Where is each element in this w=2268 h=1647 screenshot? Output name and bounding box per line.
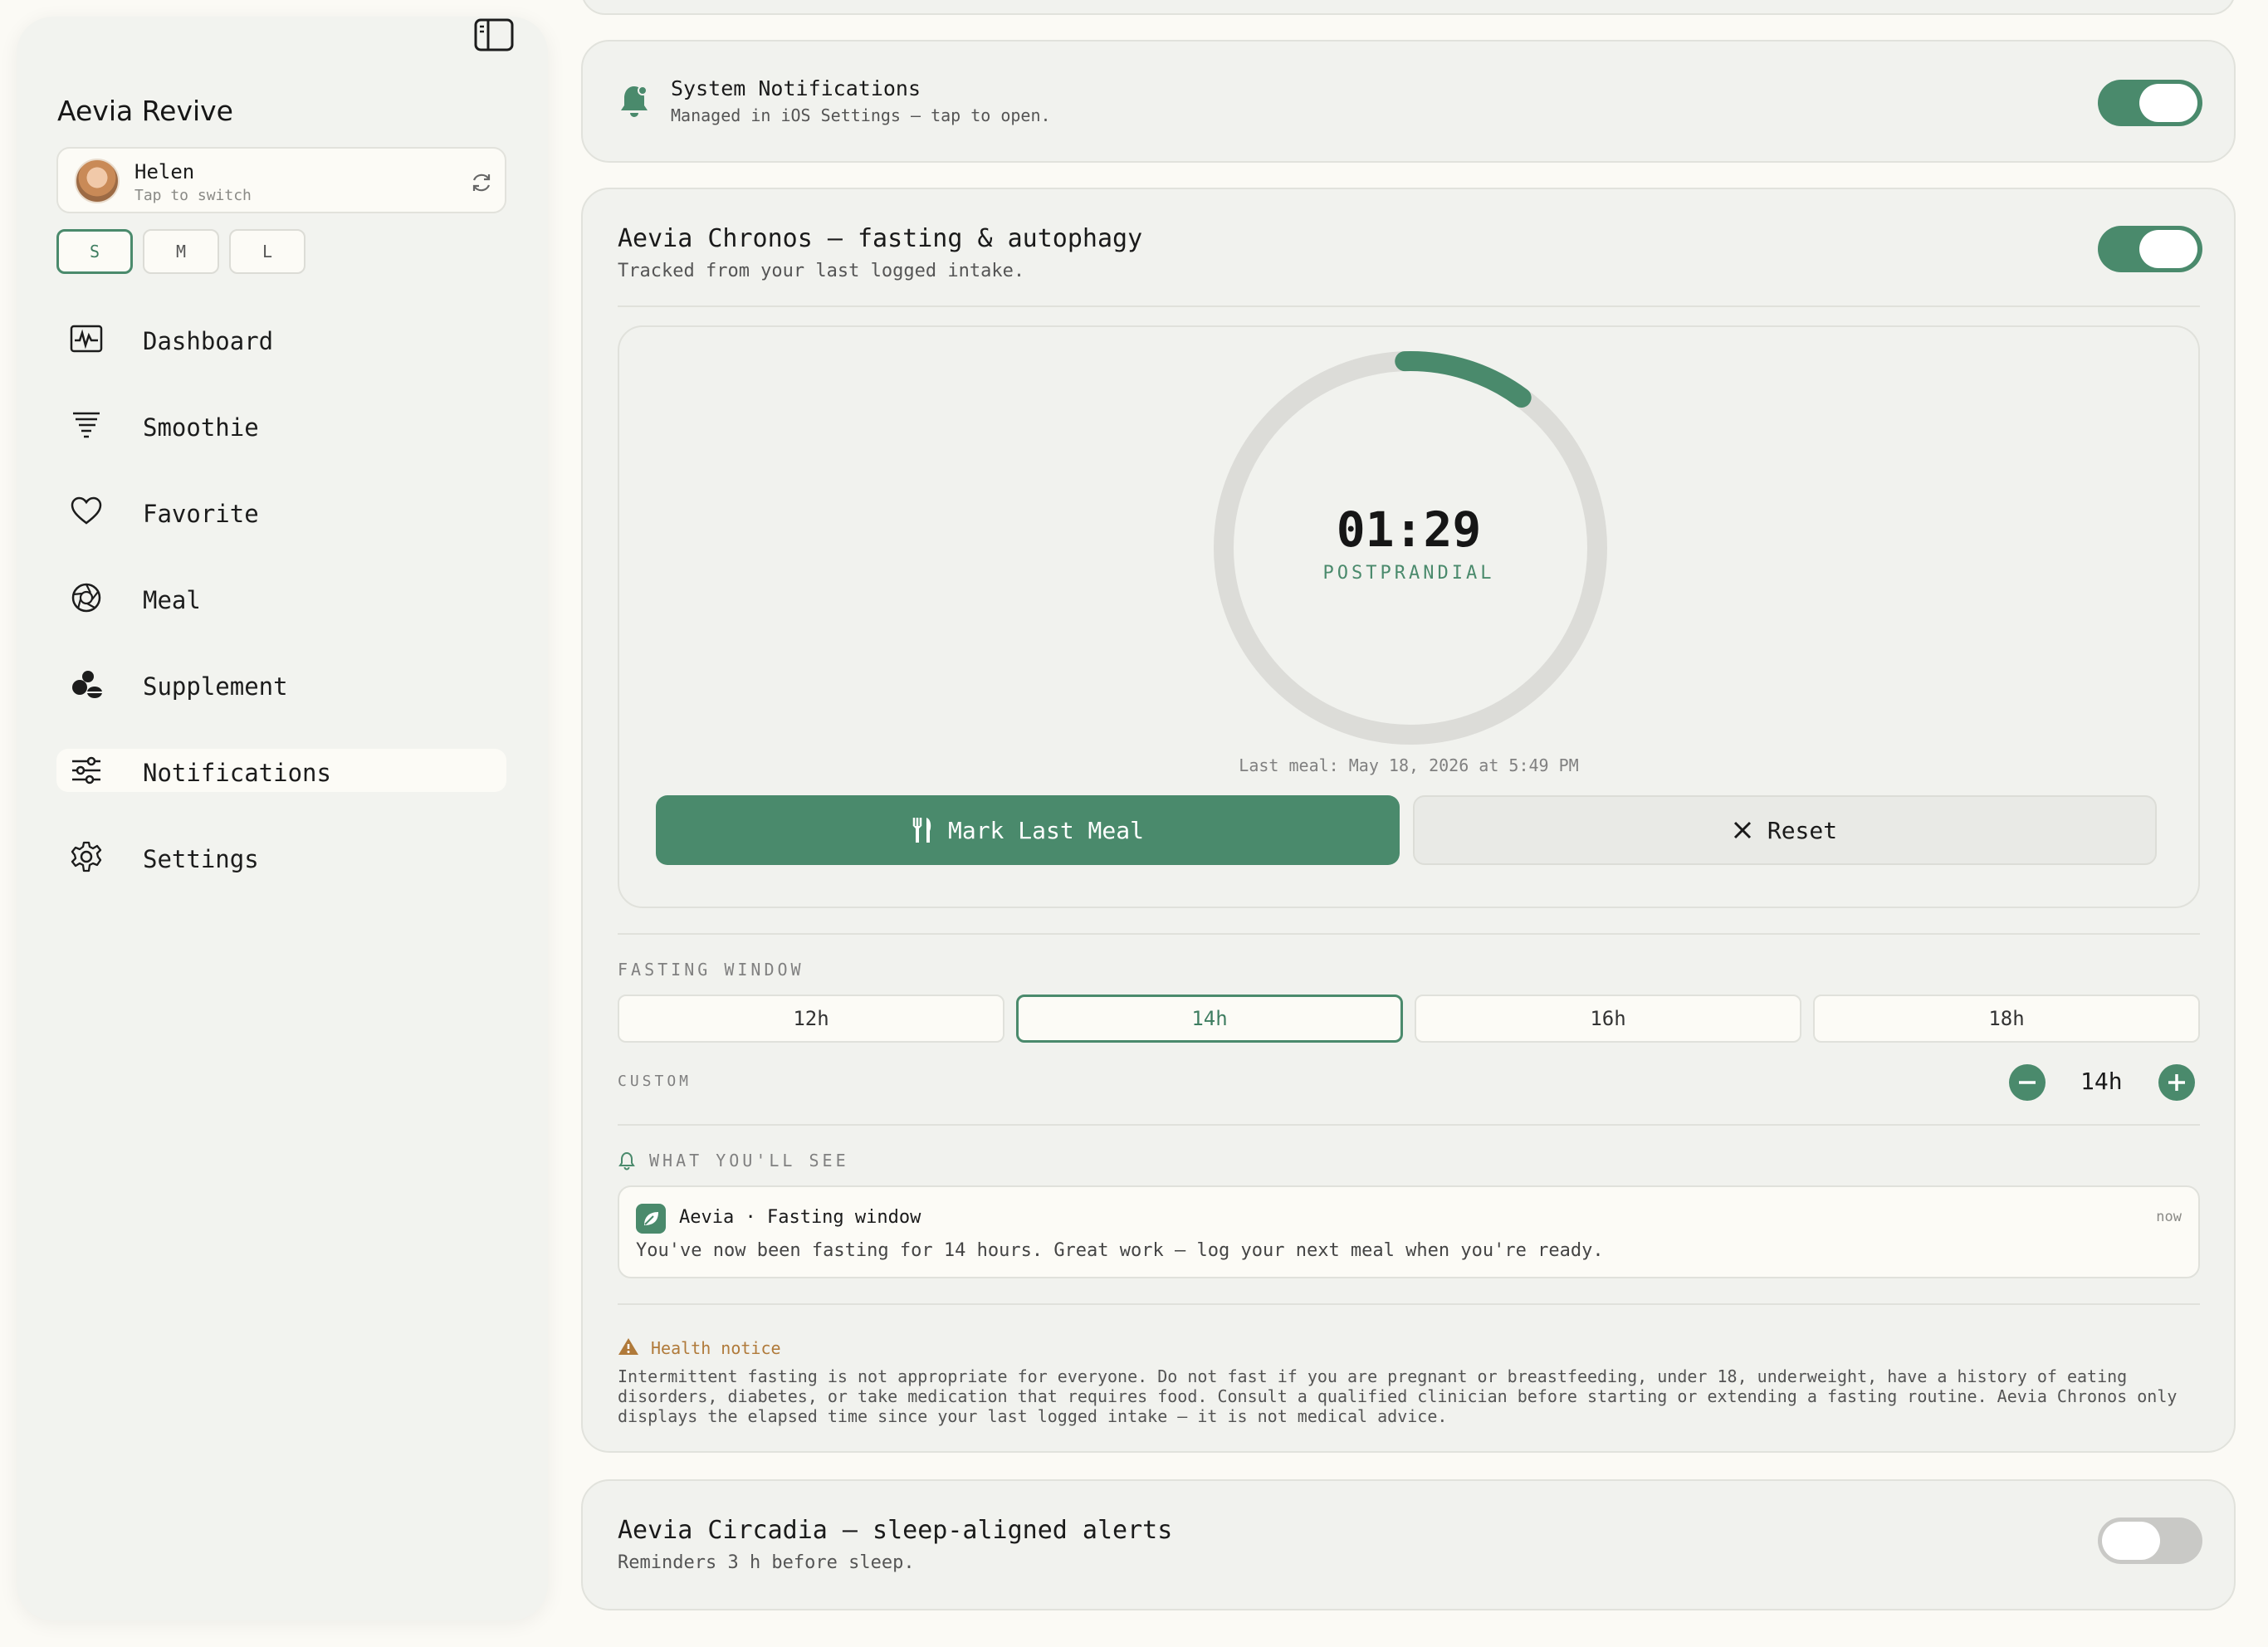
nav-label-settings: Settings	[143, 845, 259, 873]
increment-button[interactable]	[2158, 1064, 2195, 1101]
nav-label-dashboard: Dashboard	[143, 327, 274, 355]
system-notifications-card[interactable]: System Notifications Managed in iOS Sett…	[581, 40, 2236, 163]
app-title: Aevia Revive	[57, 95, 233, 127]
nav-label-notifications: Notifications	[143, 759, 331, 787]
preview-app-name: Aevia · Fasting window	[679, 1207, 921, 1228]
close-icon	[1733, 821, 1751, 839]
fasting-window-12h[interactable]: 12h	[618, 995, 1004, 1043]
preview-body: You've now been fasting for 14 hours. Gr…	[636, 1240, 1604, 1261]
sliders-icon	[72, 756, 100, 784]
text-size-large[interactable]: L	[229, 229, 305, 274]
nav-item-dashboard[interactable]: Dashboard	[56, 317, 506, 360]
notification-preview: Aevia · Fasting window now You've now be…	[618, 1185, 2200, 1278]
nav-item-favorite[interactable]: Favorite	[56, 490, 506, 533]
divider	[618, 1124, 2200, 1126]
divider	[618, 305, 2200, 307]
bell-icon	[621, 86, 648, 117]
leaf-glyph	[644, 1212, 658, 1225]
chronos-toggle[interactable]	[2098, 226, 2202, 272]
fasting-window-14h[interactable]: 14h	[1016, 995, 1403, 1043]
nav-label-favorite: Favorite	[143, 500, 259, 528]
system-notifications-toggle[interactable]	[2098, 80, 2202, 126]
plus-icon	[2168, 1074, 2185, 1091]
decrement-button[interactable]	[2009, 1064, 2046, 1101]
profile-name: Helen	[134, 160, 195, 183]
fasting-timer-panel: 01:29 POSTPRANDIAL Last meal: May 18, 20…	[618, 325, 2200, 908]
sidebar-toggle-icon[interactable]	[473, 17, 515, 55]
minus-icon	[2019, 1081, 2036, 1084]
nav-item-meal[interactable]: Meal	[56, 576, 506, 619]
reset-label: Reset	[1767, 816, 1838, 844]
nav-item-supplement[interactable]: Supplement	[56, 662, 506, 706]
custom-window-value: 14h	[2080, 1068, 2123, 1095]
chronos-card: Aevia Chronos — fasting & autophagy Trac…	[581, 188, 2236, 1453]
fasting-window-16h[interactable]: 16h	[1415, 995, 1801, 1043]
elapsed-time: 01:29	[1336, 501, 1482, 558]
nav-item-notifications[interactable]: Notifications	[56, 749, 506, 792]
chronos-subtitle: Tracked from your last logged intake.	[618, 261, 1025, 281]
nav-label-supplement: Supplement	[143, 672, 288, 701]
pills-icon	[72, 671, 102, 698]
sidebar: Aevia Revive Helen Tap to switch S M L D…	[17, 17, 548, 1620]
text-size-medium[interactable]: M	[143, 229, 219, 274]
nav-item-settings[interactable]: Settings	[56, 835, 506, 878]
divider	[618, 933, 2200, 935]
profile-switcher[interactable]: Helen Tap to switch	[56, 147, 506, 213]
tornado-icon	[73, 412, 100, 438]
preview-time: now	[2156, 1209, 2182, 1225]
reset-button[interactable]: Reset	[1413, 795, 2157, 865]
warning-icon	[618, 1338, 638, 1355]
last-meal-text: Last meal: May 18, 2026 at 5:49 PM	[1239, 755, 1579, 775]
fasting-phase: POSTPRANDIAL	[1322, 563, 1495, 584]
gear-icon	[71, 841, 102, 872]
toggle-knob	[2139, 230, 2197, 268]
nav-label-smoothie: Smoothie	[143, 413, 259, 442]
leaf-icon	[636, 1204, 666, 1234]
aperture-icon	[71, 583, 101, 613]
system-notifications-subtitle: Managed in iOS Settings — tap to open.	[671, 105, 1051, 125]
circadia-title: Aevia Circadia — sleep-aligned alerts	[618, 1516, 1173, 1545]
custom-label: CUSTOM	[618, 1073, 692, 1090]
chronos-title: Aevia Chronos — fasting & autophagy	[618, 224, 1143, 253]
health-notice-body: Intermittent fasting is not appropriate …	[618, 1366, 2178, 1426]
text-size-small[interactable]: S	[56, 229, 133, 274]
mark-last-meal-label: Mark Last Meal	[947, 816, 1144, 844]
profile-subtitle: Tap to switch	[134, 187, 252, 204]
heart-icon	[71, 496, 102, 525]
pulse-chart-icon	[70, 325, 103, 353]
refresh-icon	[472, 173, 491, 192]
preview-label: WHAT YOU'LL SEE	[649, 1151, 849, 1170]
fasting-window-18h[interactable]: 18h	[1813, 995, 2200, 1043]
toggle-knob	[2139, 84, 2197, 122]
mark-last-meal-button[interactable]: Mark Last Meal	[656, 795, 1400, 865]
circadia-toggle[interactable]	[2098, 1517, 2202, 1564]
system-notifications-title: System Notifications	[671, 76, 921, 100]
divider	[618, 1303, 2200, 1305]
toggle-knob	[2102, 1522, 2160, 1560]
fasting-window-label: FASTING WINDOW	[618, 960, 804, 980]
circadia-card: Aevia Circadia — sleep-aligned alerts Re…	[581, 1479, 2236, 1610]
circadia-subtitle: Reminders 3 h before sleep.	[618, 1552, 915, 1573]
health-notice-title: Health notice	[651, 1338, 781, 1358]
previous-card	[581, 0, 2236, 15]
nav-item-smoothie[interactable]: Smoothie	[56, 403, 506, 447]
ring-progress-arc	[1395, 351, 1532, 408]
bell-ring-icon	[618, 1151, 635, 1170]
avatar	[75, 159, 120, 203]
nav-label-meal: Meal	[143, 586, 201, 614]
fork-knife-icon	[912, 818, 931, 843]
